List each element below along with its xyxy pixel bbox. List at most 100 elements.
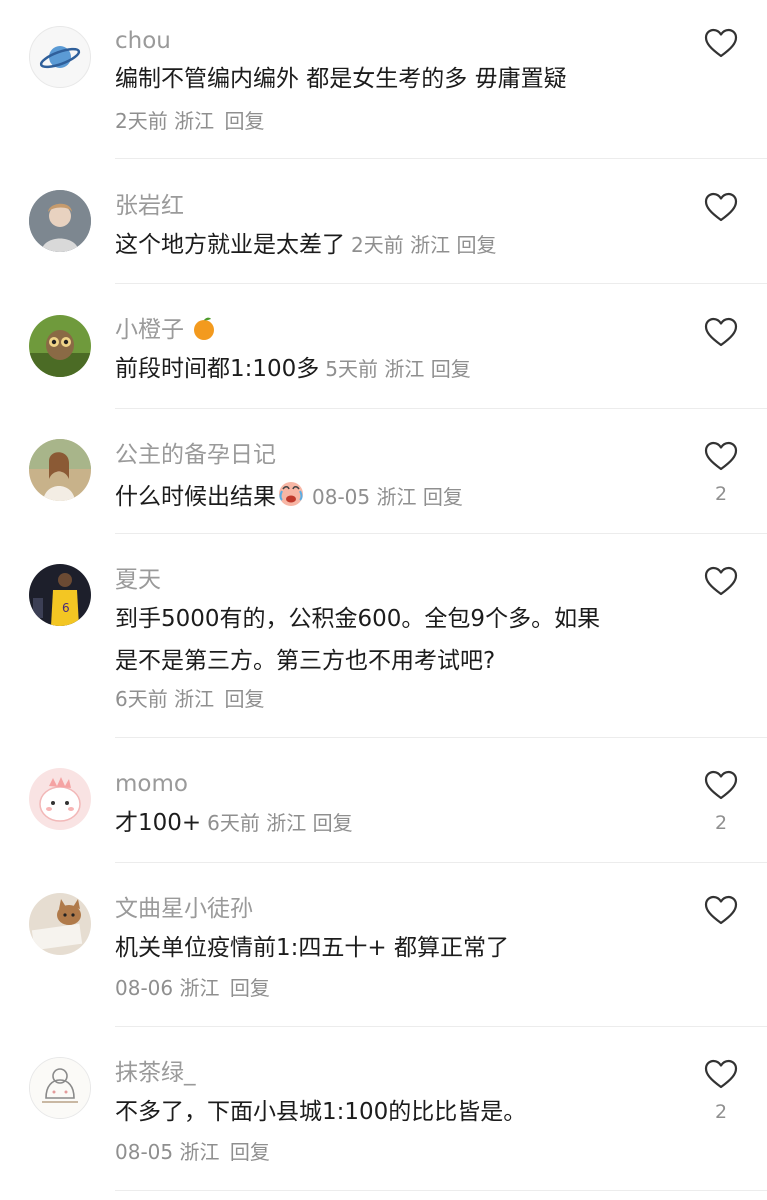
comment-text: 才100+ 6天前 浙江 回复 [115,807,353,839]
avatar[interactable] [29,315,91,377]
like-count: 2 [714,812,728,834]
divider [115,408,767,409]
comment-time: 08-05 [115,1140,174,1164]
divider [115,737,767,738]
reply-button[interactable]: 回复 [230,976,270,1000]
comment-time: 08-05 [312,485,371,509]
username-text: 小橙子 [115,317,184,343]
avatar[interactable] [29,893,91,955]
comment-meta: 08-05 浙江 回复 [115,1138,270,1166]
heart-outline-icon[interactable] [704,192,738,222]
planet-icon [39,46,81,69]
heart-outline-icon[interactable] [704,317,738,347]
avatar[interactable] [29,26,91,88]
comment-meta: 08-06 浙江 回复 [115,974,270,1002]
pink-dinosaur-avatar [29,768,91,830]
comment-location: 浙江 [179,1140,220,1164]
heart-outline-icon[interactable] [704,770,738,800]
like-count: 2 [714,483,728,505]
reply-button[interactable]: 回复 [431,357,471,381]
reply-button[interactable]: 回复 [456,233,496,257]
divider [115,533,767,534]
username[interactable]: momo [115,769,188,799]
cartoon-sketch-avatar [30,1058,90,1118]
reply-button[interactable]: 回复 [230,1140,270,1164]
divider [115,283,767,284]
heart-outline-icon[interactable] [704,28,738,58]
comment-text: 机关单位疫情前1:四五十+ 都算正常了 [115,935,509,961]
comment-text: 到手5000有的，公积金600。全包9个多。如果 [115,606,601,632]
like-count: 2 [714,1101,728,1123]
comment-location: 浙江 [174,109,215,133]
comment-time: 08-06 [115,976,174,1000]
crying-emoji [279,482,303,506]
comment-text: 不多了，下面小县城1:100的比比皆是。 [115,1099,527,1125]
basketball-player-photo: 6 [29,564,91,626]
comment-time: 5天前 [325,357,379,381]
comment-item: 文曲星小徒孙 机关单位疫情前1:四五十+ 都算正常了 08-06 浙江 回复 [0,864,767,1028]
comment-location: 浙江 [376,485,417,509]
comment-text: 前段时间都1:100多 5天前 浙江 回复 [115,353,471,385]
comment-item: 6 夏天 到手5000有的，公积金600。全包9个多。如果 是不是第三方。第三方… [0,535,767,739]
username[interactable]: chou [115,26,171,56]
person-photo [29,190,91,252]
reply-button[interactable]: 回复 [224,687,264,711]
avatar[interactable] [29,1057,91,1119]
comment-item: 公主的备孕日记 什么时候出结果 08-05 浙江 回复 2 [0,410,767,535]
comment-meta: 6天前 浙江 回复 [115,685,264,713]
comment-item: 张岩红 这个地方就业是太差了 2天前 浙江 回复 [0,160,767,285]
heart-outline-icon[interactable] [704,1059,738,1089]
comment-item: 小橙子 前段时间都1:100多 5天前 浙江 回复 [0,285,767,410]
comment-text-content: 这个地方就业是太差了 [115,232,345,258]
owl-photo [29,315,91,377]
divider [115,1190,767,1191]
comment-meta: 5天前 浙江 回复 [325,357,470,381]
reply-button[interactable]: 回复 [313,811,353,835]
comment-location: 浙江 [174,687,215,711]
reply-button[interactable]: 回复 [224,109,264,133]
comment-time: 2天前 [115,109,168,133]
comment-time: 2天前 [351,233,404,257]
heart-outline-icon[interactable] [704,566,738,596]
comment-location: 浙江 [179,976,220,1000]
comment-text: 什么时候出结果 08-05 浙江 回复 [115,478,463,513]
comment-text-content: 才100+ [115,810,202,836]
comment-time: 6天前 [207,811,260,835]
username[interactable]: 文曲星小徒孙 [115,894,253,924]
avatar[interactable]: 6 [29,564,91,626]
comment-meta: 6天前 浙江 回复 [207,811,352,835]
username[interactable]: 小橙子 [115,315,217,345]
reply-button[interactable]: 回复 [423,485,463,509]
divider [115,1026,767,1027]
username[interactable]: 抹茶绿_ [115,1058,196,1088]
avatar[interactable] [29,190,91,252]
comment-meta: 2天前 浙江 回复 [351,233,496,257]
orange-emoji [194,317,215,340]
comment-item: chou 编制不管编内编外 都是女生考的多 毋庸置疑 2天前 浙江 回复 [0,0,767,160]
avatar[interactable] [29,439,91,501]
divider [115,862,767,863]
comment-text-content: 前段时间都1:100多 [115,356,320,382]
comment-meta: 2天前 浙江 回复 [115,107,264,135]
comment-location: 浙江 [266,811,307,835]
heart-outline-icon[interactable] [704,441,738,471]
comment-location: 浙江 [410,233,451,257]
avatar[interactable] [29,768,91,830]
username[interactable]: 张岩红 [115,191,184,221]
comment-text: 是不是第三方。第三方也不用考试吧? [115,648,496,674]
comment-meta: 08-05 浙江 回复 [312,485,463,509]
comment-location: 浙江 [384,357,425,381]
username[interactable]: 公主的备孕日记 [115,440,276,470]
heart-outline-icon[interactable] [704,895,738,925]
comment-time: 6天前 [115,687,168,711]
comment-text: 这个地方就业是太差了 2天前 浙江 回复 [115,229,496,261]
woman-photo [29,439,91,501]
comment-item: momo 才100+ 6天前 浙江 回复 2 [0,739,767,864]
comment-item: 抹茶绿_ 不多了，下面小县城1:100的比比皆是。 08-05 浙江 回复 2 [0,1028,767,1200]
comment-text-content: 什么时候出结果 [115,484,276,510]
divider [115,158,767,159]
svg-text:6: 6 [62,601,70,615]
username[interactable]: 夏天 [115,565,161,595]
cat-photo [29,893,91,955]
comment-text: 编制不管编内编外 都是女生考的多 毋庸置疑 [115,66,567,92]
